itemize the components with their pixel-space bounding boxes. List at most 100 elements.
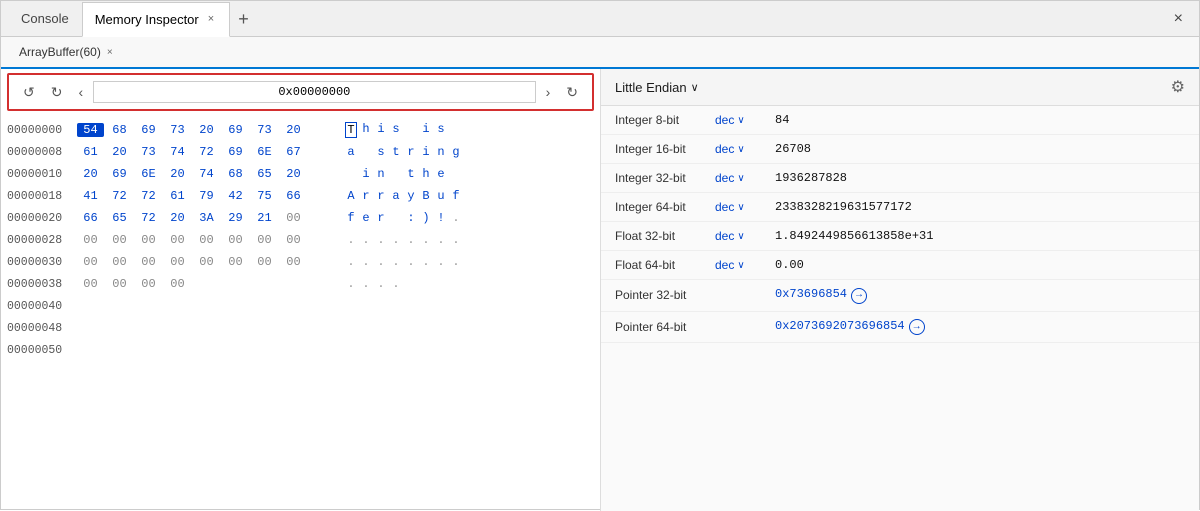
ascii-char[interactable]: . [435,233,447,247]
ascii-char[interactable]: r [405,145,417,159]
hex-cell[interactable]: 20 [280,123,307,137]
ascii-char[interactable]: f [450,189,462,203]
type-format-dropdown[interactable]: dec ∨ [715,200,775,214]
ascii-char[interactable]: . [390,277,402,291]
hex-cell[interactable]: 74 [164,145,191,159]
hex-cell[interactable]: 68 [222,167,249,181]
ascii-char[interactable] [450,122,462,138]
pointer-value[interactable]: 0x2073692073696854 [775,319,905,333]
type-format-dropdown[interactable]: dec ∨ [715,229,775,243]
hex-cell[interactable]: 20 [193,123,220,137]
ascii-char[interactable]: n [435,145,447,159]
ascii-char[interactable]: a [345,145,357,159]
hex-cell[interactable]: 72 [106,189,133,203]
nav-next-button[interactable]: › [540,82,557,102]
hex-cell[interactable]: 00 [135,233,162,247]
hex-cell[interactable]: 69 [222,145,249,159]
hex-cell[interactable]: 61 [77,145,104,159]
hex-cell[interactable]: 69 [222,123,249,137]
ascii-char[interactable] [450,167,462,181]
hex-cell[interactable]: 73 [164,123,191,137]
hex-cell[interactable]: 00 [164,255,191,269]
ascii-char[interactable] [345,167,357,181]
hex-cell[interactable]: 75 [251,189,278,203]
hex-cell[interactable]: 00 [251,233,278,247]
hex-cell[interactable]: 00 [106,233,133,247]
ascii-char[interactable]: . [345,255,357,269]
nav-refresh-button[interactable]: ↻ [560,82,584,103]
hex-cell[interactable]: 00 [164,233,191,247]
ascii-char[interactable]: . [405,233,417,247]
ascii-char[interactable]: . [450,255,462,269]
ascii-char[interactable]: h [360,122,372,138]
hex-cell[interactable]: 66 [77,211,104,225]
ascii-char[interactable]: A [345,189,357,203]
ascii-char[interactable]: : [405,211,417,225]
ascii-char[interactable]: t [405,167,417,181]
hex-cell[interactable]: 65 [251,167,278,181]
ascii-char[interactable]: a [390,189,402,203]
ascii-char[interactable]: i [420,122,432,138]
ascii-char[interactable]: s [390,122,402,138]
pointer-navigate-icon[interactable]: → [851,288,867,304]
hex-cell[interactable]: 20 [106,145,133,159]
ascii-char[interactable]: . [450,233,462,247]
tab-console[interactable]: Console [9,1,82,36]
hex-cell[interactable]: 00 [193,233,220,247]
ascii-char[interactable]: s [375,145,387,159]
close-arraybuffer-tab[interactable]: × [107,47,113,58]
ascii-char[interactable]: n [375,167,387,181]
hex-cell[interactable]: 00 [135,277,162,291]
type-format-dropdown[interactable]: dec ∨ [715,142,775,156]
ascii-char[interactable]: ) [420,211,432,225]
hex-cell[interactable]: 00 [251,255,278,269]
ascii-char[interactable]: s [435,122,447,138]
ascii-char[interactable]: . [435,255,447,269]
ascii-char[interactable]: . [420,233,432,247]
hex-cell[interactable]: 69 [106,167,133,181]
hex-cell[interactable]: 73 [251,123,278,137]
ascii-char[interactable]: y [405,189,417,203]
nav-prev-button[interactable]: ‹ [72,82,89,102]
ascii-char[interactable]: f [345,211,357,225]
pointer-value[interactable]: 0x73696854 [775,287,847,301]
hex-cell[interactable]: 00 [193,255,220,269]
ascii-char[interactable]: e [360,211,372,225]
ascii-char[interactable] [405,122,417,138]
ascii-char[interactable]: r [375,189,387,203]
ascii-char[interactable]: . [450,211,462,225]
ascii-char[interactable]: . [345,277,357,291]
hex-cell[interactable]: 61 [164,189,191,203]
hex-cell[interactable]: 00 [106,255,133,269]
ascii-char[interactable]: . [420,255,432,269]
hex-cell[interactable]: 20 [164,167,191,181]
ascii-char[interactable]: . [345,233,357,247]
ascii-char[interactable] [390,167,402,181]
ascii-char[interactable]: . [375,255,387,269]
type-format-dropdown[interactable]: dec ∨ [715,113,775,127]
hex-cell[interactable]: 20 [77,167,104,181]
type-format-dropdown[interactable]: dec ∨ [715,258,775,272]
hex-cell[interactable]: 72 [135,189,162,203]
ascii-char[interactable]: g [450,145,462,159]
hex-cell[interactable]: 00 [222,233,249,247]
hex-cell[interactable]: 74 [193,167,220,181]
ascii-char[interactable]: T [345,122,357,138]
hex-cell[interactable]: 6E [135,167,162,181]
hex-cell[interactable]: 00 [77,233,104,247]
pointer-navigate-icon[interactable]: → [909,319,925,335]
close-window-button[interactable]: × [1166,6,1191,32]
add-tab-button[interactable]: + [230,10,257,28]
hex-cell[interactable]: 00 [77,277,104,291]
nav-back-button[interactable]: ↺ [17,82,41,103]
settings-gear-icon[interactable]: ⚙ [1171,77,1185,97]
ascii-char[interactable]: r [375,211,387,225]
hex-cell[interactable]: 00 [280,211,307,225]
ascii-char[interactable]: . [390,255,402,269]
tab-memory-inspector[interactable]: Memory Inspector × [82,2,230,37]
ascii-char[interactable] [390,211,402,225]
ascii-char[interactable]: r [360,189,372,203]
ascii-char[interactable]: i [420,145,432,159]
hex-cell[interactable]: 00 [164,277,191,291]
close-memory-inspector-tab[interactable]: × [205,12,217,26]
